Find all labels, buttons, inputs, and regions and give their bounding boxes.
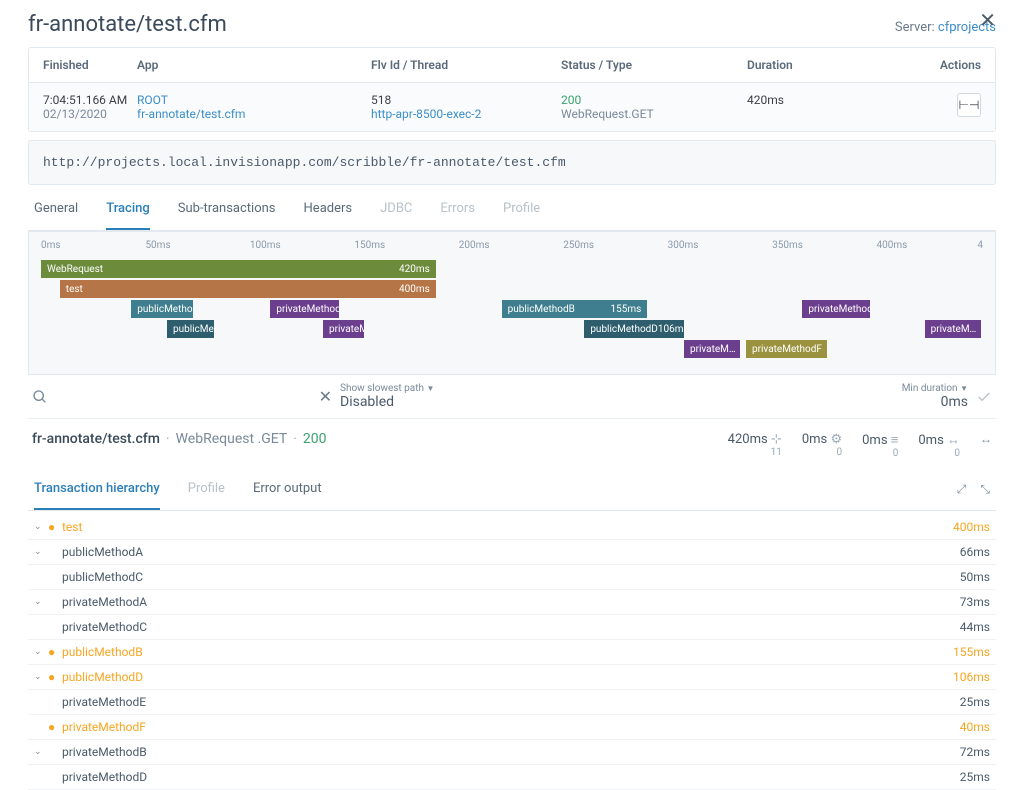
hierarchy-row[interactable]: ⌄publicMethodA66ms [28, 540, 996, 565]
trace-bar[interactable]: privateMethodF [746, 340, 827, 358]
status-code: 200 [561, 93, 747, 107]
app-path-link[interactable]: fr-annotate/test.cfm [137, 107, 245, 121]
hierarchy-row[interactable]: publicMethodC50ms [28, 565, 996, 590]
trace-bar[interactable]: privateM… [925, 320, 981, 338]
transaction-status: 200 [303, 431, 327, 447]
col-finished: Finished [43, 58, 137, 72]
tab-jdbc: JDBC [380, 189, 412, 230]
checkmark-icon[interactable] [976, 389, 992, 405]
hierarchy-row[interactable]: ⌄privateMethodB72ms [28, 740, 996, 765]
action-button[interactable]: ⊢⊣ [957, 93, 981, 117]
page-title: fr-annotate/test.cfm [28, 12, 227, 37]
trace-bar[interactable]: publicMethodA66ms [131, 300, 193, 318]
table-row: 7:04:51.166 AM 02/13/2020 ROOT fr-annota… [29, 83, 995, 131]
trace-bar[interactable]: test400ms [60, 280, 436, 298]
close-icon[interactable]: ✕ [979, 8, 996, 32]
request-url: http://projects.local.invisionapp.com/sc… [28, 140, 996, 185]
search-box[interactable]: ✕ [32, 387, 332, 406]
tab-subtransactions[interactable]: Sub-transactions [178, 189, 276, 230]
clear-search-icon[interactable]: ✕ [319, 387, 332, 406]
trace-bar[interactable]: privateMethodA73ms [270, 300, 339, 318]
metrics-panel: 420ms ⊹11 0ms ⚙0 0ms ≡0 0ms ↔0 ↔ [728, 432, 992, 459]
col-app: App [137, 58, 371, 72]
axis-tick: 150ms [354, 240, 385, 251]
expand-all-icon[interactable]: ⤡ [980, 482, 990, 497]
hierarchy-row[interactable]: ⌄●test400ms [28, 515, 996, 540]
trace-bar[interactable]: privateM… [684, 340, 740, 358]
tab-profile2: Profile [188, 469, 225, 510]
metric-ext: 0ms ↔0 [918, 432, 960, 459]
hierarchy-tabs: Transaction hierarchy Profile Error outp… [28, 469, 996, 511]
search-icon [32, 389, 48, 405]
axis-tick: 300ms [668, 240, 699, 251]
axis-tick: 200ms [459, 240, 490, 251]
tab-general[interactable]: General [34, 189, 78, 230]
expand-icon[interactable]: ↔ [980, 432, 992, 446]
request-type: WebRequest.GET [561, 107, 747, 121]
metric-api: 0ms ⚙0 [802, 432, 842, 458]
axis-tick: 4 [977, 240, 983, 251]
trace-bar[interactable]: publicMethodC50ms [167, 320, 214, 338]
timeline-axis: 0ms 50ms 100ms 150ms 200ms 250ms 300ms 350ms 400… [41, 240, 983, 258]
min-duration-dropdown[interactable]: Min duration ▼ 0ms [902, 383, 968, 410]
tab-errors: Errors [440, 189, 475, 230]
metric-db: 0ms ≡0 [862, 432, 898, 459]
tab-error-output[interactable]: Error output [253, 469, 322, 510]
main-tabs: General Tracing Sub-transactions Headers… [28, 189, 996, 231]
duration-value: 420ms [747, 93, 937, 121]
trace-bar[interactable]: privateMethodB72ms [802, 300, 870, 318]
slowest-path-dropdown[interactable]: Show slowest path ▼ Disabled [340, 383, 434, 410]
hierarchy-rows: ⌄●test400ms⌄publicMethodA66mspublicMetho… [28, 515, 996, 790]
flv-id: 518 [371, 93, 561, 107]
trace-bar[interactable]: WebRequest420ms [41, 260, 436, 278]
tab-tracing[interactable]: Tracing [106, 189, 150, 230]
tab-headers[interactable]: Headers [304, 189, 353, 230]
axis-tick: 0ms [41, 240, 61, 251]
axis-tick: 50ms [145, 240, 170, 251]
metric-tree: 420ms ⊹11 [728, 432, 782, 458]
transaction-subheader: fr-annotate/test.cfm · WebRequest .GET ·… [28, 419, 996, 463]
axis-tick: 400ms [877, 240, 908, 251]
axis-tick: 350ms [772, 240, 803, 251]
transaction-type: WebRequest .GET [176, 431, 288, 447]
hierarchy-row[interactable]: ⌄●publicMethodD106ms [28, 665, 996, 690]
col-duration: Duration [747, 58, 937, 72]
col-actions: Actions [937, 58, 981, 72]
app-link[interactable]: ROOT [137, 93, 168, 107]
hierarchy-row[interactable]: ⌄●publicMethodB155ms [28, 640, 996, 665]
trace-timeline: 0ms 50ms 100ms 150ms 200ms 250ms 300ms 350ms 400… [28, 231, 996, 375]
hierarchy-row[interactable]: privateMethodD25ms [28, 765, 996, 790]
hierarchy-row[interactable]: privateMethodE25ms [28, 690, 996, 715]
collapse-all-icon[interactable]: ⤢ [957, 482, 967, 497]
finished-date: 02/13/2020 [43, 107, 137, 121]
trace-bar[interactable]: publicMethodD106ms [584, 320, 684, 338]
axis-tick: 250ms [563, 240, 594, 251]
thread-link[interactable]: http-apr-8500-exec-2 [371, 107, 481, 121]
tab-hierarchy[interactable]: Transaction hierarchy [34, 469, 160, 510]
finished-time: 7:04:51.166 AM [43, 93, 137, 107]
transaction-name: fr-annotate/test.cfm [32, 431, 160, 447]
trace-bar[interactable]: publicMethodB155ms [502, 300, 648, 318]
tab-profile: Profile [503, 189, 540, 230]
summary-table: Finished App Flv Id / Thread Status / Ty… [28, 47, 996, 132]
trace-bar[interactable]: privateMethodC [323, 320, 364, 338]
hierarchy-row[interactable]: ⌄privateMethodA73ms [28, 590, 996, 615]
col-status: Status / Type [561, 58, 747, 72]
hierarchy-row[interactable]: privateMethodC44ms [28, 615, 996, 640]
hierarchy-row[interactable]: ●privateMethodF40ms [28, 715, 996, 740]
timeline-bars: WebRequest420ms test400ms publicMethodA66m… [41, 260, 983, 360]
trace-toolbar: ✕ Show slowest path ▼ Disabled Min durat… [28, 375, 996, 419]
axis-tick: 100ms [250, 240, 281, 251]
col-flv: Flv Id / Thread [371, 58, 561, 72]
